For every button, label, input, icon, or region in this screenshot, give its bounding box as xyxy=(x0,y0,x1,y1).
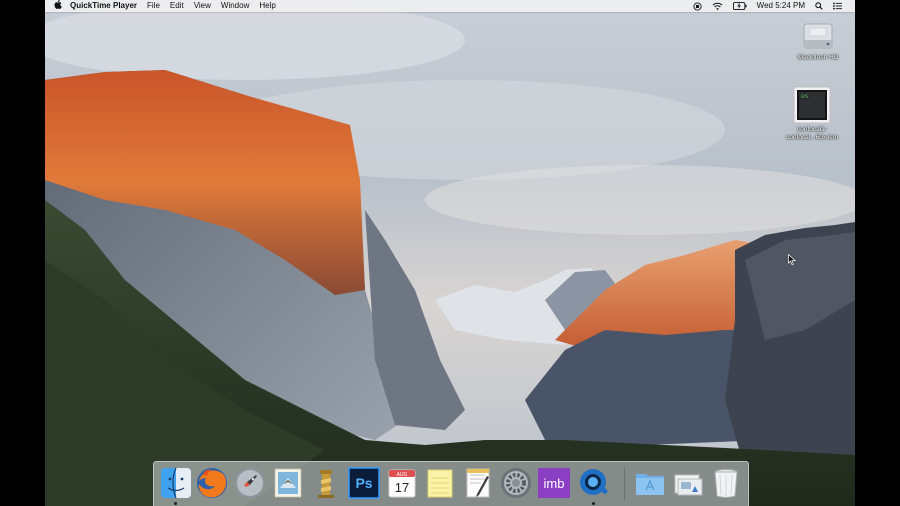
menu-extras: Wed 5:24 PM xyxy=(688,0,855,12)
dock-item-script-editor[interactable] xyxy=(309,466,343,500)
dock-separator xyxy=(624,468,625,500)
running-indicator xyxy=(592,502,595,505)
rocket-icon xyxy=(235,468,265,498)
desktop-icon-macintosh-hd[interactable]: Macintosh HD xyxy=(778,18,855,62)
menu-file[interactable]: File xyxy=(142,0,165,12)
mail-stamp-icon xyxy=(274,468,302,498)
gear-icon xyxy=(501,468,531,498)
mouse-cursor-icon xyxy=(788,254,796,265)
photoshop-icon: Ps xyxy=(348,467,380,499)
calendar-day: 17 xyxy=(395,480,409,495)
apple-menu-icon[interactable] xyxy=(45,0,62,12)
desktop-wallpaper xyxy=(45,0,855,506)
notification-center-icon[interactable] xyxy=(828,2,847,10)
firefox-icon xyxy=(197,468,227,498)
dock-item-textedit[interactable] xyxy=(461,466,495,500)
menu-help[interactable]: Help xyxy=(254,0,280,12)
calendar-month: AUG xyxy=(397,472,408,478)
document-thumbnail-icon: EMS xyxy=(793,86,831,124)
quicktime-icon xyxy=(580,469,608,495)
notes-icon xyxy=(427,469,453,498)
folder-icon xyxy=(636,474,664,495)
running-indicator xyxy=(174,502,177,505)
desktop-icon-confocal-file[interactable]: EMS confocal1- confocal...60x.lsm xyxy=(772,86,852,142)
app-menu-quicktime[interactable]: QuickTime Player xyxy=(62,0,142,12)
dock-item-system-preferences[interactable] xyxy=(499,466,533,500)
svg-text:EMS: EMS xyxy=(801,94,809,99)
dock-item-applications-folder[interactable] xyxy=(633,466,667,500)
trash-icon xyxy=(714,469,738,498)
menu-view[interactable]: View xyxy=(189,0,216,12)
calendar-icon: AUG 17 xyxy=(388,469,416,498)
dock-item-firefox[interactable] xyxy=(195,466,229,500)
spotlight-search-icon[interactable] xyxy=(810,2,828,10)
script-editor-icon xyxy=(318,470,334,498)
downloads-stack-icon xyxy=(674,474,703,496)
dock-item-photoshop[interactable]: Ps xyxy=(347,466,381,500)
desktop-icon-label-line2: confocal...60x.lsm xyxy=(785,134,839,141)
dock-item-downloads-stack[interactable] xyxy=(671,466,705,500)
dock-item-notes[interactable] xyxy=(423,466,457,500)
menu-window[interactable]: Window xyxy=(216,0,254,12)
textedit-icon xyxy=(466,468,490,498)
dock-item-imb[interactable]: imb xyxy=(537,466,571,500)
stop-recording-icon[interactable] xyxy=(688,1,707,11)
menu-bar: QuickTime Player File Edit View Window H… xyxy=(45,0,855,12)
menubar-clock[interactable]: Wed 5:24 PM xyxy=(752,0,810,12)
dock-item-quicktime-player[interactable] xyxy=(577,466,611,505)
imb-label: imb xyxy=(544,476,565,491)
desktop-screen: QuickTime Player File Edit View Window H… xyxy=(45,0,855,506)
hard-drive-icon xyxy=(803,23,833,49)
photoshop-label: Ps xyxy=(355,475,372,491)
wifi-icon[interactable] xyxy=(707,2,728,11)
dock-item-finder[interactable] xyxy=(159,466,193,505)
dock-item-mail[interactable] xyxy=(271,466,305,500)
dock-item-launchpad[interactable] xyxy=(233,466,267,500)
battery-icon[interactable] xyxy=(728,2,752,10)
dock: Ps AUG 17 imb xyxy=(153,461,749,506)
desktop-icon-label-line1: confocal1- xyxy=(797,126,827,133)
imb-icon: imb xyxy=(538,468,570,498)
dock-item-calendar[interactable]: AUG 17 xyxy=(385,466,419,500)
dock-item-trash[interactable] xyxy=(709,466,743,500)
menu-edit[interactable]: Edit xyxy=(165,0,189,12)
finder-icon xyxy=(161,467,191,499)
desktop-icon-label: Macintosh HD xyxy=(797,54,839,61)
